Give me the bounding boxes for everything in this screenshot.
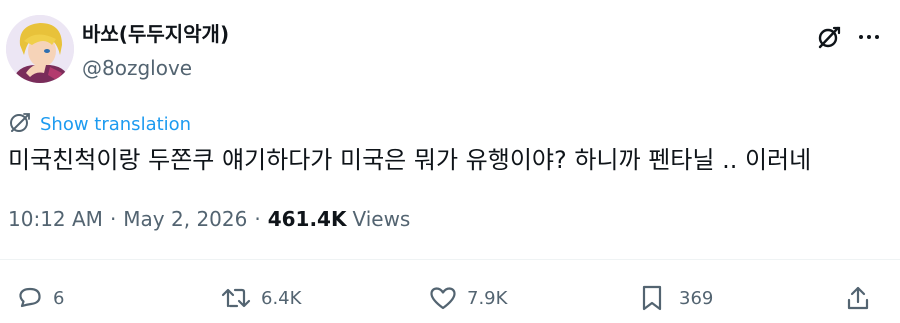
share-icon: [844, 284, 872, 312]
meta-separator: ·: [109, 207, 117, 231]
repost-icon: [220, 284, 252, 312]
share-button[interactable]: [844, 280, 872, 316]
tweet-meta: 10:12 AM · May 2, 2026 · 461.4K Views: [8, 202, 410, 236]
heart-icon: [428, 284, 458, 312]
bookmark-icon: [638, 283, 666, 313]
meta-separator: ·: [254, 207, 261, 231]
tweet-text: 미국친척이랑 두쫀쿠 얘기하다가 미국은 뭐가 유행이야? 하니까 펜타닐 ..…: [8, 146, 812, 174]
grok-button[interactable]: [812, 22, 846, 56]
like-button[interactable]: 7.9K: [428, 280, 507, 316]
bookmark-count: 369: [679, 287, 714, 309]
views-label: Views: [352, 207, 411, 231]
show-translation-label: Show translation: [40, 113, 192, 135]
more-horizontal-icon: [857, 25, 881, 53]
reply-count: 6: [53, 287, 65, 309]
divider: [0, 259, 900, 260]
reply-button[interactable]: 6: [16, 280, 64, 316]
globe-icon: [8, 110, 32, 138]
avatar[interactable]: [6, 15, 74, 83]
show-translation-link[interactable]: Show translation: [8, 110, 191, 138]
tweet-date[interactable]: May 2, 2026: [123, 207, 247, 231]
display-name[interactable]: 바쏘(두두지악개): [82, 20, 229, 48]
user-handle[interactable]: @8ozglove: [82, 55, 192, 81]
tweet-time[interactable]: 10:12 AM: [8, 207, 103, 231]
bookmark-button[interactable]: 369: [638, 280, 713, 316]
repost-button[interactable]: 6.4K: [220, 280, 301, 316]
more-button[interactable]: [852, 22, 886, 56]
grok-icon: [816, 24, 842, 54]
views-count: 461.4K: [267, 207, 347, 231]
reply-icon: [16, 284, 44, 312]
repost-count: 6.4K: [261, 287, 302, 309]
like-count: 7.9K: [467, 287, 508, 309]
